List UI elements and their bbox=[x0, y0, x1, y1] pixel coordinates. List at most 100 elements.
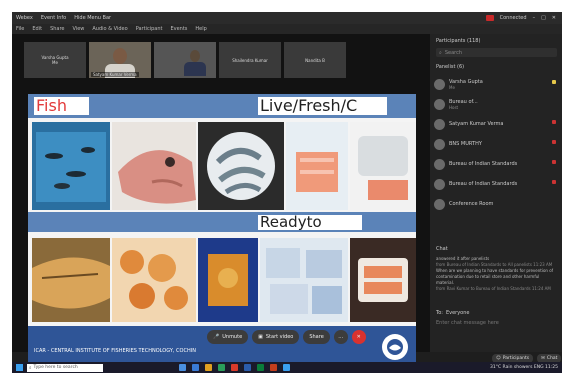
search-icon: ⌕ bbox=[439, 49, 442, 56]
list-item[interactable]: Conference Room bbox=[434, 194, 558, 214]
footer-text: ICAR - CENTRAL INSTITUTE OF FISHERIES TE… bbox=[34, 348, 196, 354]
webex-window: Webex Event Info Hide Menu Bar Connected… bbox=[12, 12, 562, 367]
menu-view[interactable]: View bbox=[73, 26, 85, 32]
unmute-label: Unmute bbox=[222, 334, 243, 340]
menu-help[interactable]: Help bbox=[195, 26, 206, 32]
tab-webex[interactable]: Webex bbox=[16, 15, 33, 21]
chat-recipient[interactable]: To: Everyone bbox=[436, 310, 469, 316]
menu-bar: File Edit Share View Audio & Video Parti… bbox=[12, 24, 562, 34]
unmute-button[interactable]: 🎤 Unmute bbox=[207, 330, 249, 344]
participant-name: Bureau of... Host bbox=[449, 98, 478, 110]
video-tile[interactable]: Shailendra Kumar bbox=[219, 42, 281, 78]
excel-icon[interactable] bbox=[257, 364, 264, 371]
slide-image-row-2 bbox=[32, 238, 416, 322]
start-video-button[interactable]: ▣ Start video bbox=[252, 330, 300, 344]
participant-head bbox=[113, 48, 127, 64]
packet-image bbox=[198, 238, 258, 322]
menu-share[interactable]: Share bbox=[50, 26, 64, 32]
cift-logo-icon bbox=[387, 339, 403, 355]
list-item[interactable]: Bureau of Indian Standards bbox=[434, 154, 558, 174]
chat-line: When are we planning to have standards f… bbox=[436, 268, 554, 285]
prawns-on-ice-image bbox=[198, 122, 284, 210]
tab-hide-menu[interactable]: Hide Menu Bar bbox=[74, 15, 111, 21]
more-options-button[interactable]: … bbox=[333, 330, 348, 344]
recipient-select[interactable]: Everyone bbox=[446, 310, 470, 316]
muted-indicator bbox=[552, 180, 556, 184]
file-explorer-icon[interactable] bbox=[205, 364, 212, 371]
list-item[interactable]: Satyam Kumar Verma bbox=[434, 114, 558, 134]
slide-image-row-1 bbox=[32, 122, 416, 210]
to-label: To: bbox=[436, 310, 443, 316]
meeting-controls: 🎤 Unmute ▣ Start video Share … ✕ bbox=[207, 330, 366, 344]
windows-start-icon[interactable] bbox=[16, 364, 23, 371]
list-item[interactable]: Bureau of Indian Standards bbox=[434, 174, 558, 194]
webex-icon[interactable] bbox=[283, 364, 290, 371]
tile-label: Shailendra Kumar bbox=[232, 57, 268, 63]
participant-name: Bureau of Indian Standards bbox=[449, 161, 518, 167]
menu-audio-video[interactable]: Audio & Video bbox=[92, 26, 127, 32]
participant-search-input[interactable]: ⌕ Search bbox=[436, 48, 557, 57]
video-tile-active[interactable]: Satyam Kumar Verma bbox=[89, 42, 151, 78]
chat-header[interactable]: Chat bbox=[436, 246, 448, 252]
tile-label: Varsha Gupta Me bbox=[41, 55, 69, 65]
status-indicator bbox=[552, 80, 556, 84]
more-label: … bbox=[338, 334, 344, 340]
taskbar-apps bbox=[179, 364, 290, 371]
menu-participant[interactable]: Participant bbox=[136, 26, 163, 32]
connection-status[interactable]: Connected bbox=[500, 15, 527, 21]
tile-label: Satyam Kumar Verma bbox=[91, 72, 139, 77]
menu-edit[interactable]: Edit bbox=[32, 26, 42, 32]
video-tile-camera[interactable] bbox=[154, 42, 216, 78]
list-item[interactable]: Varsha Gupta Me bbox=[434, 74, 558, 94]
participant-name: Conference Room bbox=[449, 201, 494, 207]
avatar bbox=[434, 78, 445, 90]
packaged-fish-image bbox=[350, 122, 416, 210]
system-tray[interactable]: 31°C Rain showers ENG 11:25 bbox=[490, 365, 562, 370]
word-icon[interactable] bbox=[244, 364, 251, 371]
share-button[interactable]: Share bbox=[303, 330, 330, 344]
close-icon[interactable]: ✕ bbox=[552, 15, 556, 21]
participant-name: Satyam Kumar Verma bbox=[449, 121, 504, 127]
panelist-header[interactable]: Panelist (6) bbox=[436, 64, 464, 70]
list-item[interactable]: BNS MURTHY bbox=[434, 134, 558, 154]
menu-file[interactable]: File bbox=[16, 26, 24, 32]
office-icon[interactable] bbox=[231, 364, 238, 371]
chrome-icon[interactable] bbox=[218, 364, 225, 371]
leave-meeting-button[interactable]: ✕ bbox=[351, 330, 366, 344]
fried-prawns-image bbox=[112, 238, 196, 322]
fresh-fish-image bbox=[112, 122, 196, 210]
powerpoint-icon[interactable] bbox=[270, 364, 277, 371]
menu-events[interactable]: Events bbox=[170, 26, 187, 32]
tab-event-info[interactable]: Event Info bbox=[41, 15, 66, 21]
muted-indicator bbox=[552, 120, 556, 124]
chat-placeholder: Enter chat message here bbox=[436, 320, 499, 326]
participant-head bbox=[190, 50, 200, 62]
avatar bbox=[434, 138, 445, 150]
slide-title-band: Fish Live/Fresh/C bbox=[28, 94, 416, 118]
avatar bbox=[434, 118, 445, 130]
edge-icon[interactable] bbox=[192, 364, 199, 371]
cift-logo bbox=[382, 334, 408, 360]
slide-title-left: Fish bbox=[34, 97, 89, 115]
panelist-list: Varsha Gupta Me Bureau of... Host Satyam… bbox=[434, 74, 558, 214]
participant-name: Varsha Gupta Me bbox=[449, 78, 483, 90]
participant-name: Bureau of Indian Standards bbox=[449, 181, 518, 187]
chat-input[interactable]: Enter chat message here bbox=[436, 320, 554, 330]
maximize-icon[interactable]: □ bbox=[541, 15, 546, 21]
start-video-label: Start video bbox=[265, 334, 294, 340]
taskbar-search[interactable]: ⌕ Type here to search bbox=[27, 363, 103, 372]
search-icon: ⌕ bbox=[29, 365, 32, 371]
video-tile[interactable]: Varsha Gupta Me bbox=[24, 42, 86, 78]
avatar bbox=[434, 158, 445, 170]
panel-title: Participants (118) bbox=[436, 38, 481, 44]
camera-icon: ▣ bbox=[258, 334, 263, 340]
video-tiles: Varsha Gupta Me Satyam Kumar Verma Shaile… bbox=[24, 42, 424, 78]
recording-icon[interactable] bbox=[485, 15, 494, 21]
minimize-icon[interactable]: – bbox=[533, 15, 536, 21]
video-tile[interactable]: Nandita B bbox=[284, 42, 346, 78]
chat-messages: answered it after panelists from Bureau … bbox=[436, 256, 556, 292]
chat-icon: ✉ bbox=[541, 356, 545, 361]
avatar bbox=[434, 98, 445, 110]
task-view-icon[interactable] bbox=[179, 364, 186, 371]
list-item[interactable]: Bureau of... Host bbox=[434, 94, 558, 114]
